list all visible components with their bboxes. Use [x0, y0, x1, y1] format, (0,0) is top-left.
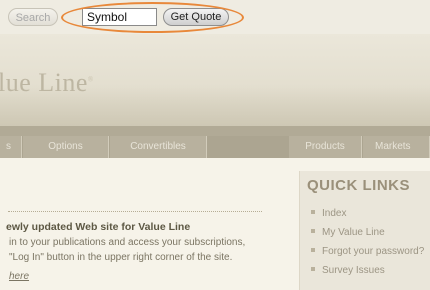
logo-mark: ® — [87, 75, 94, 84]
quick-link-label: Survey Issues — [322, 265, 385, 276]
tab-options[interactable]: Options — [23, 136, 109, 158]
news-text-line-2: "Log In" button in the upper right corne… — [9, 252, 233, 263]
bullet-icon — [311, 248, 315, 253]
tab-convertibles[interactable]: Convertibles — [110, 136, 207, 158]
quick-link-forgot-password[interactable]: Forgot your password? — [311, 246, 424, 257]
quick-link-label: Index — [322, 208, 347, 219]
logo-text: lue Line — [0, 68, 88, 97]
bullet-icon — [311, 229, 315, 234]
tab-markets[interactable]: Markets — [363, 136, 430, 158]
tab-products[interactable]: Products — [289, 136, 362, 158]
quick-link-survey-issues[interactable]: Survey Issues — [311, 265, 385, 276]
site-logo[interactable]: lue Line® — [0, 68, 94, 98]
search-button[interactable]: Search — [8, 8, 58, 26]
tab-partial[interactable]: s — [0, 136, 22, 158]
news-link[interactable]: here — [9, 271, 29, 282]
news-headline: ewly updated Web site for Value Line — [6, 221, 191, 233]
quick-link-index[interactable]: Index — [311, 208, 346, 219]
bullet-icon — [311, 267, 315, 272]
news-text-line-1: in to your publications and access your … — [9, 237, 246, 248]
quick-links-title: QUICK LINKS — [307, 177, 410, 194]
get-quote-button[interactable]: Get Quote — [163, 8, 229, 26]
quick-link-my-value-line[interactable]: My Value Line — [311, 227, 385, 238]
tab-bar: s Options Convertibles Products Markets — [0, 136, 430, 158]
quick-link-label: Forgot your password? — [322, 246, 425, 257]
section-divider — [8, 211, 262, 212]
nav-bar — [0, 126, 430, 136]
bullet-icon — [311, 210, 315, 215]
quick-link-label: My Value Line — [322, 227, 385, 238]
symbol-input[interactable] — [82, 8, 157, 26]
